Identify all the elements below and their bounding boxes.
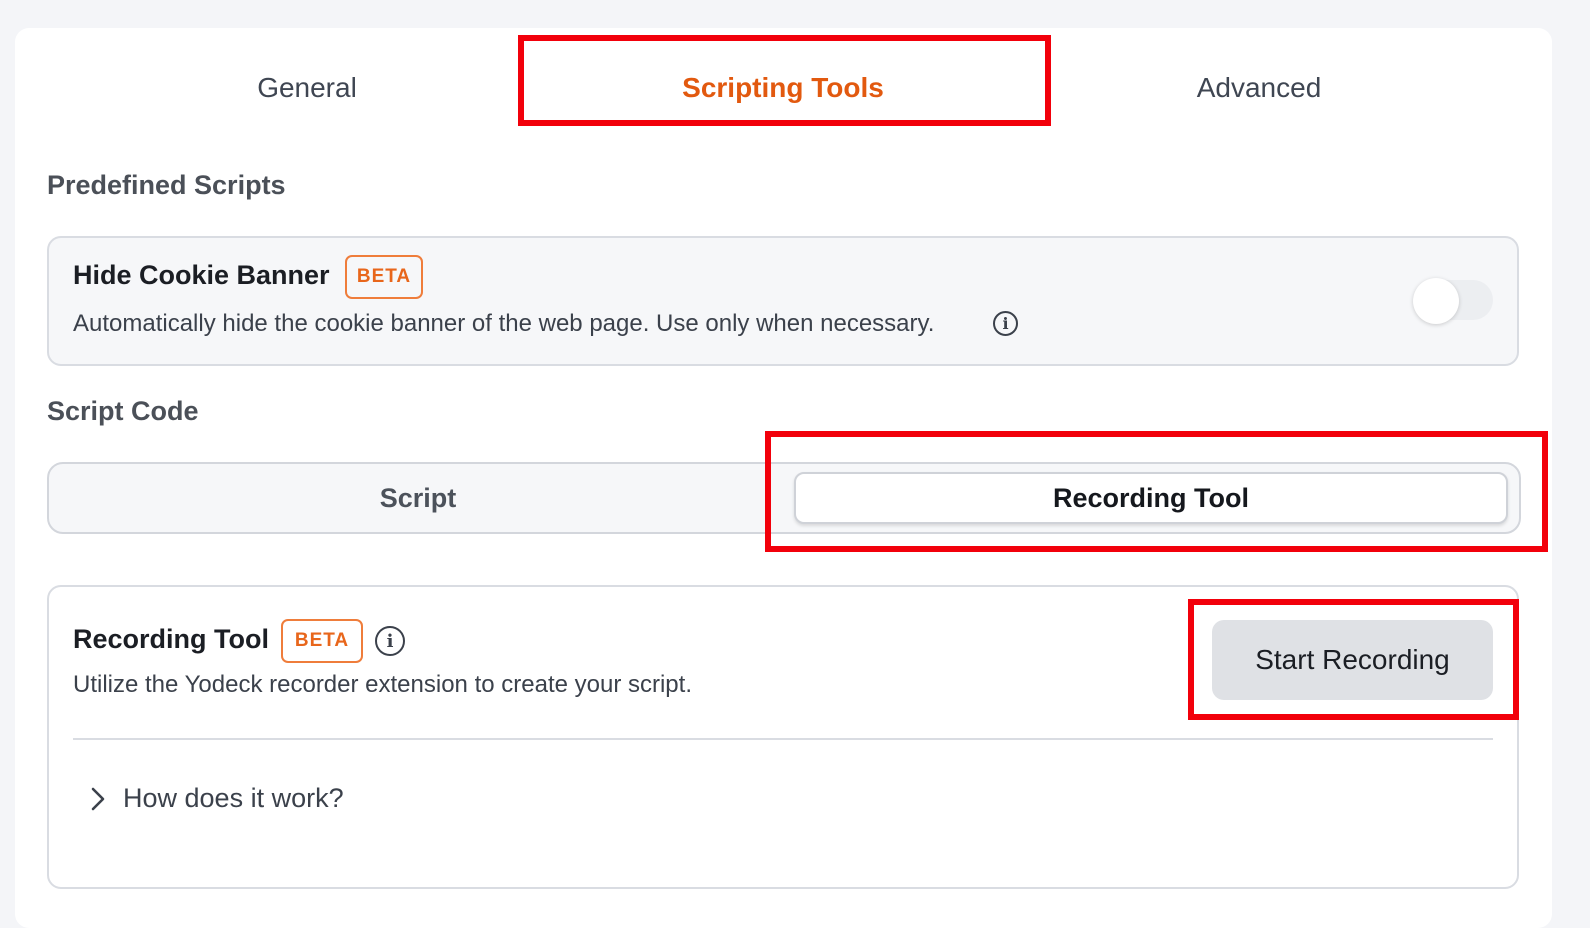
predefined-scripts-heading: Predefined Scripts — [47, 170, 286, 200]
how-does-it-work-label: How does it work? — [123, 783, 344, 813]
tab-advanced[interactable]: Advanced — [1197, 72, 1322, 104]
divider — [73, 738, 1493, 740]
settings-panel: General Scripting Tools Advanced Predefi… — [15, 28, 1552, 928]
tab-general[interactable]: General — [257, 72, 357, 104]
hide-cookie-banner-card: Hide Cookie Banner BETA Automatically hi… — [47, 236, 1519, 366]
toggle-knob — [1413, 278, 1459, 324]
recording-tool-title: Recording Tool — [73, 624, 269, 654]
chevron-right-icon — [85, 784, 111, 814]
script-code-heading: Script Code — [47, 396, 199, 426]
hide-cookie-banner-toggle[interactable] — [1413, 278, 1493, 324]
info-icon[interactable]: i — [375, 626, 405, 656]
recording-tool-description: Utilize the Yodeck recorder extension to… — [73, 671, 692, 698]
how-does-it-work-toggle[interactable]: How does it work? — [85, 783, 344, 814]
script-mode-switch: Script Recording Tool — [47, 462, 1521, 534]
beta-badge: BETA — [281, 619, 363, 663]
start-recording-button[interactable]: Start Recording — [1212, 620, 1493, 700]
hide-cookie-banner-title: Hide Cookie Banner — [73, 260, 330, 290]
hide-cookie-banner-description: Automatically hide the cookie banner of … — [73, 310, 935, 337]
beta-badge: BETA — [345, 255, 423, 299]
segment-recording-tool[interactable]: Recording Tool — [794, 472, 1508, 524]
recording-tool-card: Recording Tool BETA i Utilize the Yodeck… — [47, 585, 1519, 889]
tab-bar: General Scripting Tools Advanced — [15, 28, 1552, 128]
info-icon[interactable]: i — [993, 311, 1018, 336]
segment-script[interactable]: Script — [57, 472, 779, 524]
tab-scripting-tools[interactable]: Scripting Tools — [682, 72, 884, 104]
